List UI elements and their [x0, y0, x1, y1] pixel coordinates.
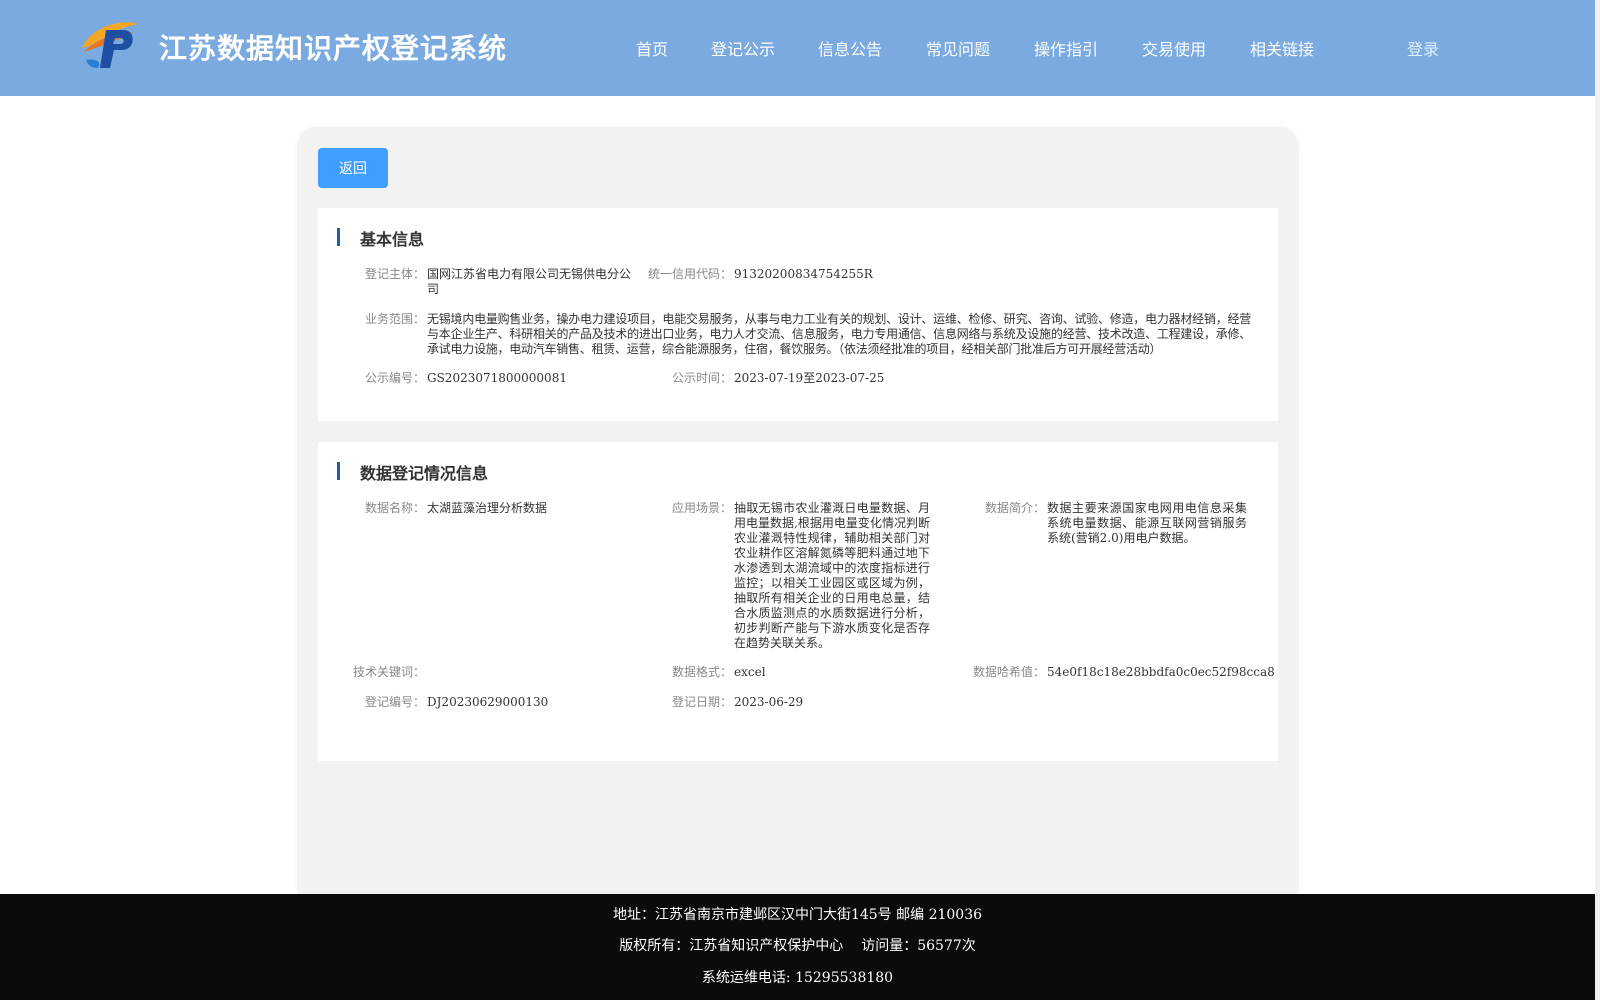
basic-info-title: 基本信息 [360, 230, 425, 249]
section-marker [337, 228, 340, 246]
footer-address: 地址：江苏省南京市建邺区汉中门大街145号 邮编 210036 [612, 907, 983, 923]
footer-copyright: 版权所有：江苏省知识产权保护中心 [619, 938, 844, 954]
nav-registration-notice[interactable]: 登记公示 [711, 36, 775, 60]
reg-no-label: 登记编号： [364, 695, 425, 709]
nav-home[interactable]: 首页 [636, 36, 668, 60]
notice-time-value: 2023-07-19至2023-07-25 [734, 371, 885, 385]
nav-trading[interactable]: 交易使用 [1142, 36, 1206, 60]
nav-faq[interactable]: 常见问题 [926, 36, 990, 60]
section-marker [337, 462, 340, 480]
scope-value: 无锡境内电量购售业务，操办电力建设项目，电能交易服务，从事与电力工业有关的规划、… [427, 312, 1251, 356]
back-button[interactable]: 返回 [318, 148, 388, 188]
data-info-title: 数据登记情况信息 [360, 464, 489, 483]
scope-label: 业务范围： [364, 312, 425, 326]
footer-phone: 系统运维电话: 15295538180 [701, 970, 894, 986]
reg-no-value: DJ20230629000130 [427, 695, 549, 709]
hash-label: 数据哈希值： [972, 665, 1045, 679]
format-value: excel [734, 665, 766, 679]
reg-date-label: 登记日期： [671, 695, 732, 709]
format-label: 数据格式： [671, 665, 732, 679]
nav-guide[interactable]: 操作指引 [1034, 36, 1098, 60]
basic-info-panel: 基本信息 登记主体： 国网江苏省电力有限公司无锡供电分公司 统一信用代码： 91… [318, 208, 1278, 421]
data-name-value: 太湖蓝藻治理分析数据 [427, 501, 548, 515]
credit-code-value: 91320200834754255R [734, 267, 873, 281]
data-name-label: 数据名称： [364, 501, 425, 515]
notice-no-label: 公示编号： [364, 371, 425, 385]
subject-label: 登记主体： [364, 267, 425, 281]
credit-code-label: 统一信用代码： [647, 267, 732, 281]
intro-value: 数据主要来源国家电网用电信息采集系统电量数据、能源互联网营销服务系统(营销2.0… [1047, 501, 1247, 545]
data-registration-panel: 数据登记情况信息 数据名称： 太湖蓝藻治理分析数据 应用场景： 抽取无锡市农业灌… [318, 442, 1278, 761]
footer-copyright-line: 版权所有：江苏省知识产权保护中心 访问量：56577次 [0, 935, 1595, 955]
notice-no-value: GS2023071800000081 [427, 371, 567, 385]
scenario-value: 抽取无锡市农业灌溉日电量数据、月用电量数据,根据用电量变化情况判断农业灌溉特性规… [734, 501, 930, 650]
footer-visits: 访问量：56577次 [861, 938, 976, 954]
nav-links[interactable]: 相关链接 [1250, 36, 1314, 60]
subject-value: 国网江苏省电力有限公司无锡供电分公司 [427, 267, 632, 296]
login-link[interactable]: 登录 [1407, 36, 1439, 60]
reg-date-value: 2023-06-29 [734, 695, 804, 709]
scenario-label: 应用场景： [671, 501, 732, 515]
top-header: 江苏数据知识产权登记系统 首页 登记公示 信息公告 常见问题 操作指引 交易使用… [0, 0, 1595, 96]
page-scrollbar[interactable] [1595, 0, 1600, 1000]
page-footer: 地址：江苏省南京市建邺区汉中门大街145号 邮编 210036 版权所有：江苏省… [0, 894, 1595, 1000]
notice-time-label: 公示时间： [671, 371, 732, 385]
intro-label: 数据简介： [984, 501, 1045, 515]
hash-value: 54e0f18c18e28bbdfa0c0ec52f98cca8 [1047, 665, 1275, 679]
site-title: 江苏数据知识产权登记系统 [159, 32, 508, 65]
keywords-label: 技术关键词： [352, 665, 425, 679]
logo-icon [82, 22, 138, 68]
nav-announcements[interactable]: 信息公告 [818, 36, 882, 60]
